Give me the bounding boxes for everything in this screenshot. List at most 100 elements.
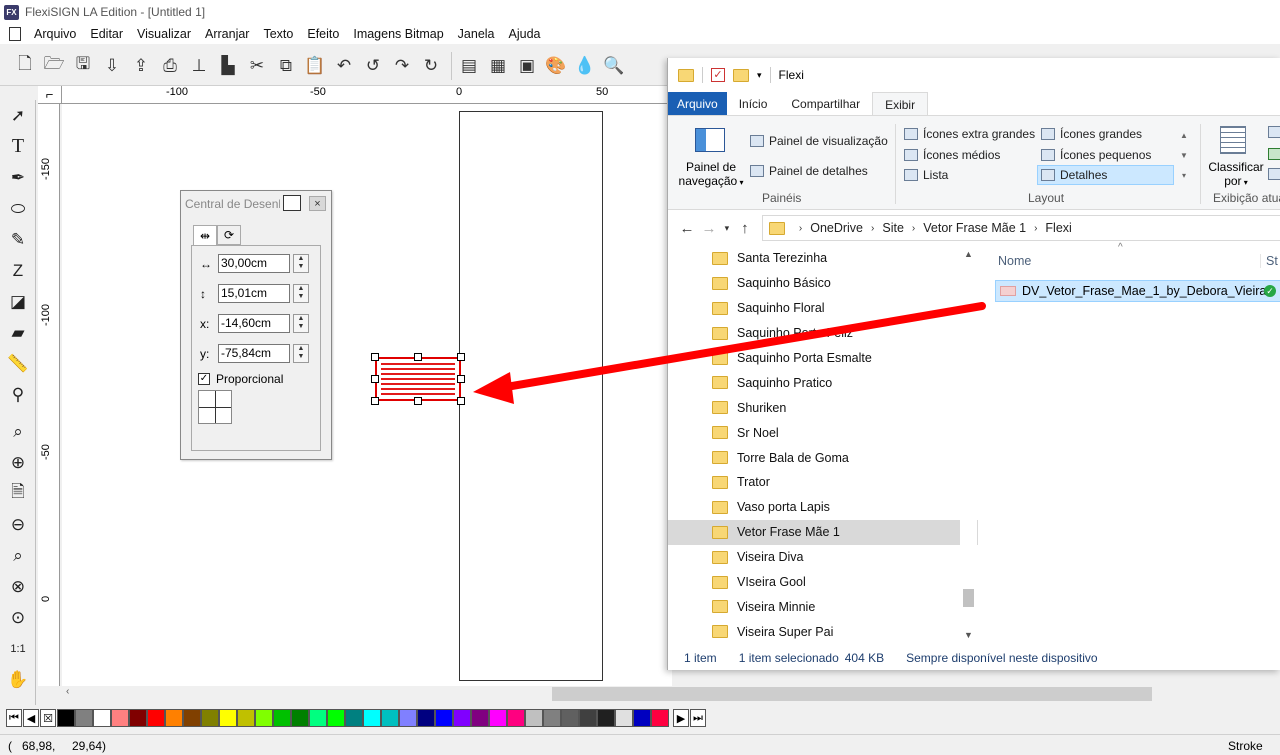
open-file-icon[interactable]: 🗁 <box>41 52 67 80</box>
ellipse-tool-icon[interactable]: ⬭ <box>0 193 36 224</box>
menu-efeito[interactable]: Efeito <box>300 27 346 41</box>
zoom-selected-icon[interactable]: ⌕ <box>0 540 36 571</box>
text-tool-icon[interactable]: T <box>0 131 36 162</box>
column-status[interactable]: St <box>1260 254 1278 268</box>
color-swatch[interactable] <box>561 709 579 727</box>
resize-handle[interactable] <box>414 397 422 405</box>
navigation-pane-icon[interactable] <box>695 128 725 152</box>
cut-plot-icon[interactable]: ⊥ <box>186 52 212 80</box>
color-swatch[interactable] <box>291 709 309 727</box>
new-folder-icon[interactable] <box>733 68 749 82</box>
small-icons-option[interactable]: Ícones pequenos <box>1041 148 1151 162</box>
medium-icons-option[interactable]: Ícones médios <box>904 148 1000 162</box>
tab-size-position[interactable]: ⇹ <box>193 225 217 246</box>
layout-scroll-icon[interactable]: ▲ ▼ ▾ <box>1178 126 1190 186</box>
quick-access-dropdown-icon[interactable]: ▾ <box>757 70 762 81</box>
back-arrow-icon[interactable]: ← <box>676 220 698 237</box>
scroll-down-icon[interactable]: ▼ <box>960 627 977 644</box>
folder-item[interactable]: Vaso porta Lapis <box>668 495 978 520</box>
properties-check-icon[interactable]: ✓ <box>711 68 725 82</box>
menu-visualizar[interactable]: Visualizar <box>130 27 198 41</box>
copy-icon[interactable]: ⧉ <box>273 52 299 80</box>
scroll-left-icon[interactable]: ‹ <box>66 686 69 697</box>
sort-by-button[interactable]: Classificar por ▾ <box>1206 160 1266 190</box>
details-pane-button[interactable]: Painel de detalhes <box>750 164 868 178</box>
color-swatch[interactable] <box>399 709 417 727</box>
color-swatch[interactable] <box>633 709 651 727</box>
pan-hand-icon[interactable]: ✋ <box>0 664 36 695</box>
column-name[interactable]: Nome <box>998 254 1260 268</box>
anchor-grid-button[interactable] <box>198 390 232 424</box>
preview-pane-button[interactable]: Painel de visualização <box>750 134 888 148</box>
explorer-title-bar[interactable]: ✓ ▾ Flexi <box>668 58 1280 92</box>
folder-item[interactable]: Santa Terezinha <box>668 246 978 271</box>
color-swatch[interactable] <box>435 709 453 727</box>
color-swatch[interactable] <box>507 709 525 727</box>
close-button[interactable]: × <box>309 196 326 211</box>
zoom-in-icon[interactable]: ⊕ <box>0 447 36 478</box>
y-stepper[interactable]: ▲ ▼ <box>293 344 309 363</box>
color-swatch[interactable] <box>471 709 489 727</box>
folder-item[interactable]: Viseira Diva <box>668 545 978 570</box>
list-option[interactable]: Lista <box>904 168 948 182</box>
color-swatch[interactable] <box>165 709 183 727</box>
3d-shape-icon[interactable]: ▰ <box>0 317 36 348</box>
color-swatch[interactable] <box>147 709 165 727</box>
shape-icon[interactable]: ◪ <box>0 286 36 317</box>
folder-item[interactable]: Shuriken <box>668 395 978 420</box>
fill-color-icon[interactable]: 💧 <box>572 52 598 80</box>
properties-icon[interactable]: ▤ <box>456 52 482 80</box>
menu-ajuda[interactable]: Ajuda <box>502 27 548 41</box>
zoom-icon[interactable]: 🔍 <box>601 52 627 80</box>
send-icon[interactable]: ▙ <box>215 52 241 80</box>
paste-icon[interactable]: 📋 <box>302 52 328 80</box>
file-row[interactable]: DV_Vetor_Frase_Mae_1_by_Debora_Vieira ✓ <box>995 280 1280 302</box>
color-swatch[interactable] <box>417 709 435 727</box>
folder-item[interactable]: Saquinho Floral <box>668 296 978 321</box>
color-swatch[interactable] <box>219 709 237 727</box>
breadcrumb-item[interactable]: Vetor Frase Mãe 1 <box>923 221 1026 235</box>
ruler-origin-icon[interactable]: ⌐ <box>38 86 62 104</box>
vertical-ruler[interactable]: -150 -100 -50 0 <box>38 104 60 686</box>
color-swatch[interactable] <box>273 709 291 727</box>
tree-scrollbar-thumb[interactable] <box>963 589 974 607</box>
size-columns-icon[interactable] <box>1268 168 1280 180</box>
production-icon[interactable]: ▣ <box>514 52 540 80</box>
sort-by-icon[interactable] <box>1220 126 1246 154</box>
resize-handle[interactable] <box>457 375 465 383</box>
tab-exibir[interactable]: Exibir <box>872 92 929 116</box>
menu-arquivo[interactable]: Arquivo <box>27 27 83 41</box>
node-edit-icon[interactable]: ✎ <box>0 224 36 255</box>
height-stepper[interactable]: ▲ ▼ <box>293 284 309 303</box>
color-swatch[interactable] <box>579 709 597 727</box>
color-swatch[interactable] <box>309 709 327 727</box>
folder-item[interactable]: Sr Noel <box>668 420 978 445</box>
tree-scrollbar[interactable]: ▲ ▼ <box>960 246 977 644</box>
redo-icon[interactable]: ↷ <box>389 52 415 80</box>
redo-multiple-icon[interactable]: ↻ <box>418 52 444 80</box>
x-field[interactable]: -14,60cm <box>218 314 290 333</box>
zoom-all-icon[interactable]: ⊗ <box>0 571 36 602</box>
color-swatch[interactable] <box>525 709 543 727</box>
palette-last-icon[interactable]: ⏭ <box>690 709 706 727</box>
menu-texto[interactable]: Texto <box>256 27 300 41</box>
menu-editar[interactable]: Editar <box>83 27 130 41</box>
job-icon[interactable]: ▦ <box>485 52 511 80</box>
pen-tool-icon[interactable]: ✒ <box>0 162 36 193</box>
tab-inicio[interactable]: Início <box>727 92 780 116</box>
folder-item[interactable]: Vetor Frase Mãe 1 <box>668 519 978 545</box>
color-swatch[interactable] <box>75 709 93 727</box>
up-arrow-icon[interactable]: ↑ <box>734 220 756 237</box>
color-swatch[interactable] <box>489 709 507 727</box>
menu-arranjar[interactable]: Arranjar <box>198 27 256 41</box>
resize-handle[interactable] <box>371 397 379 405</box>
print-icon[interactable]: ⎙ <box>157 52 183 80</box>
horizontal-scrollbar[interactable]: ‹ <box>62 686 1280 701</box>
breadcrumb-item[interactable]: Site <box>882 221 904 235</box>
tab-compartilhar[interactable]: Compartilhar <box>779 92 872 116</box>
tab-arquivo[interactable]: Arquivo <box>668 92 727 116</box>
color-swatch[interactable] <box>183 709 201 727</box>
tab-rotate[interactable]: ⟳ <box>217 225 241 245</box>
eyedropper-icon[interactable]: ⚲ <box>0 379 36 410</box>
address-bar[interactable]: › OneDrive › Site › Vetor Frase Mãe 1 › … <box>761 215 1280 241</box>
